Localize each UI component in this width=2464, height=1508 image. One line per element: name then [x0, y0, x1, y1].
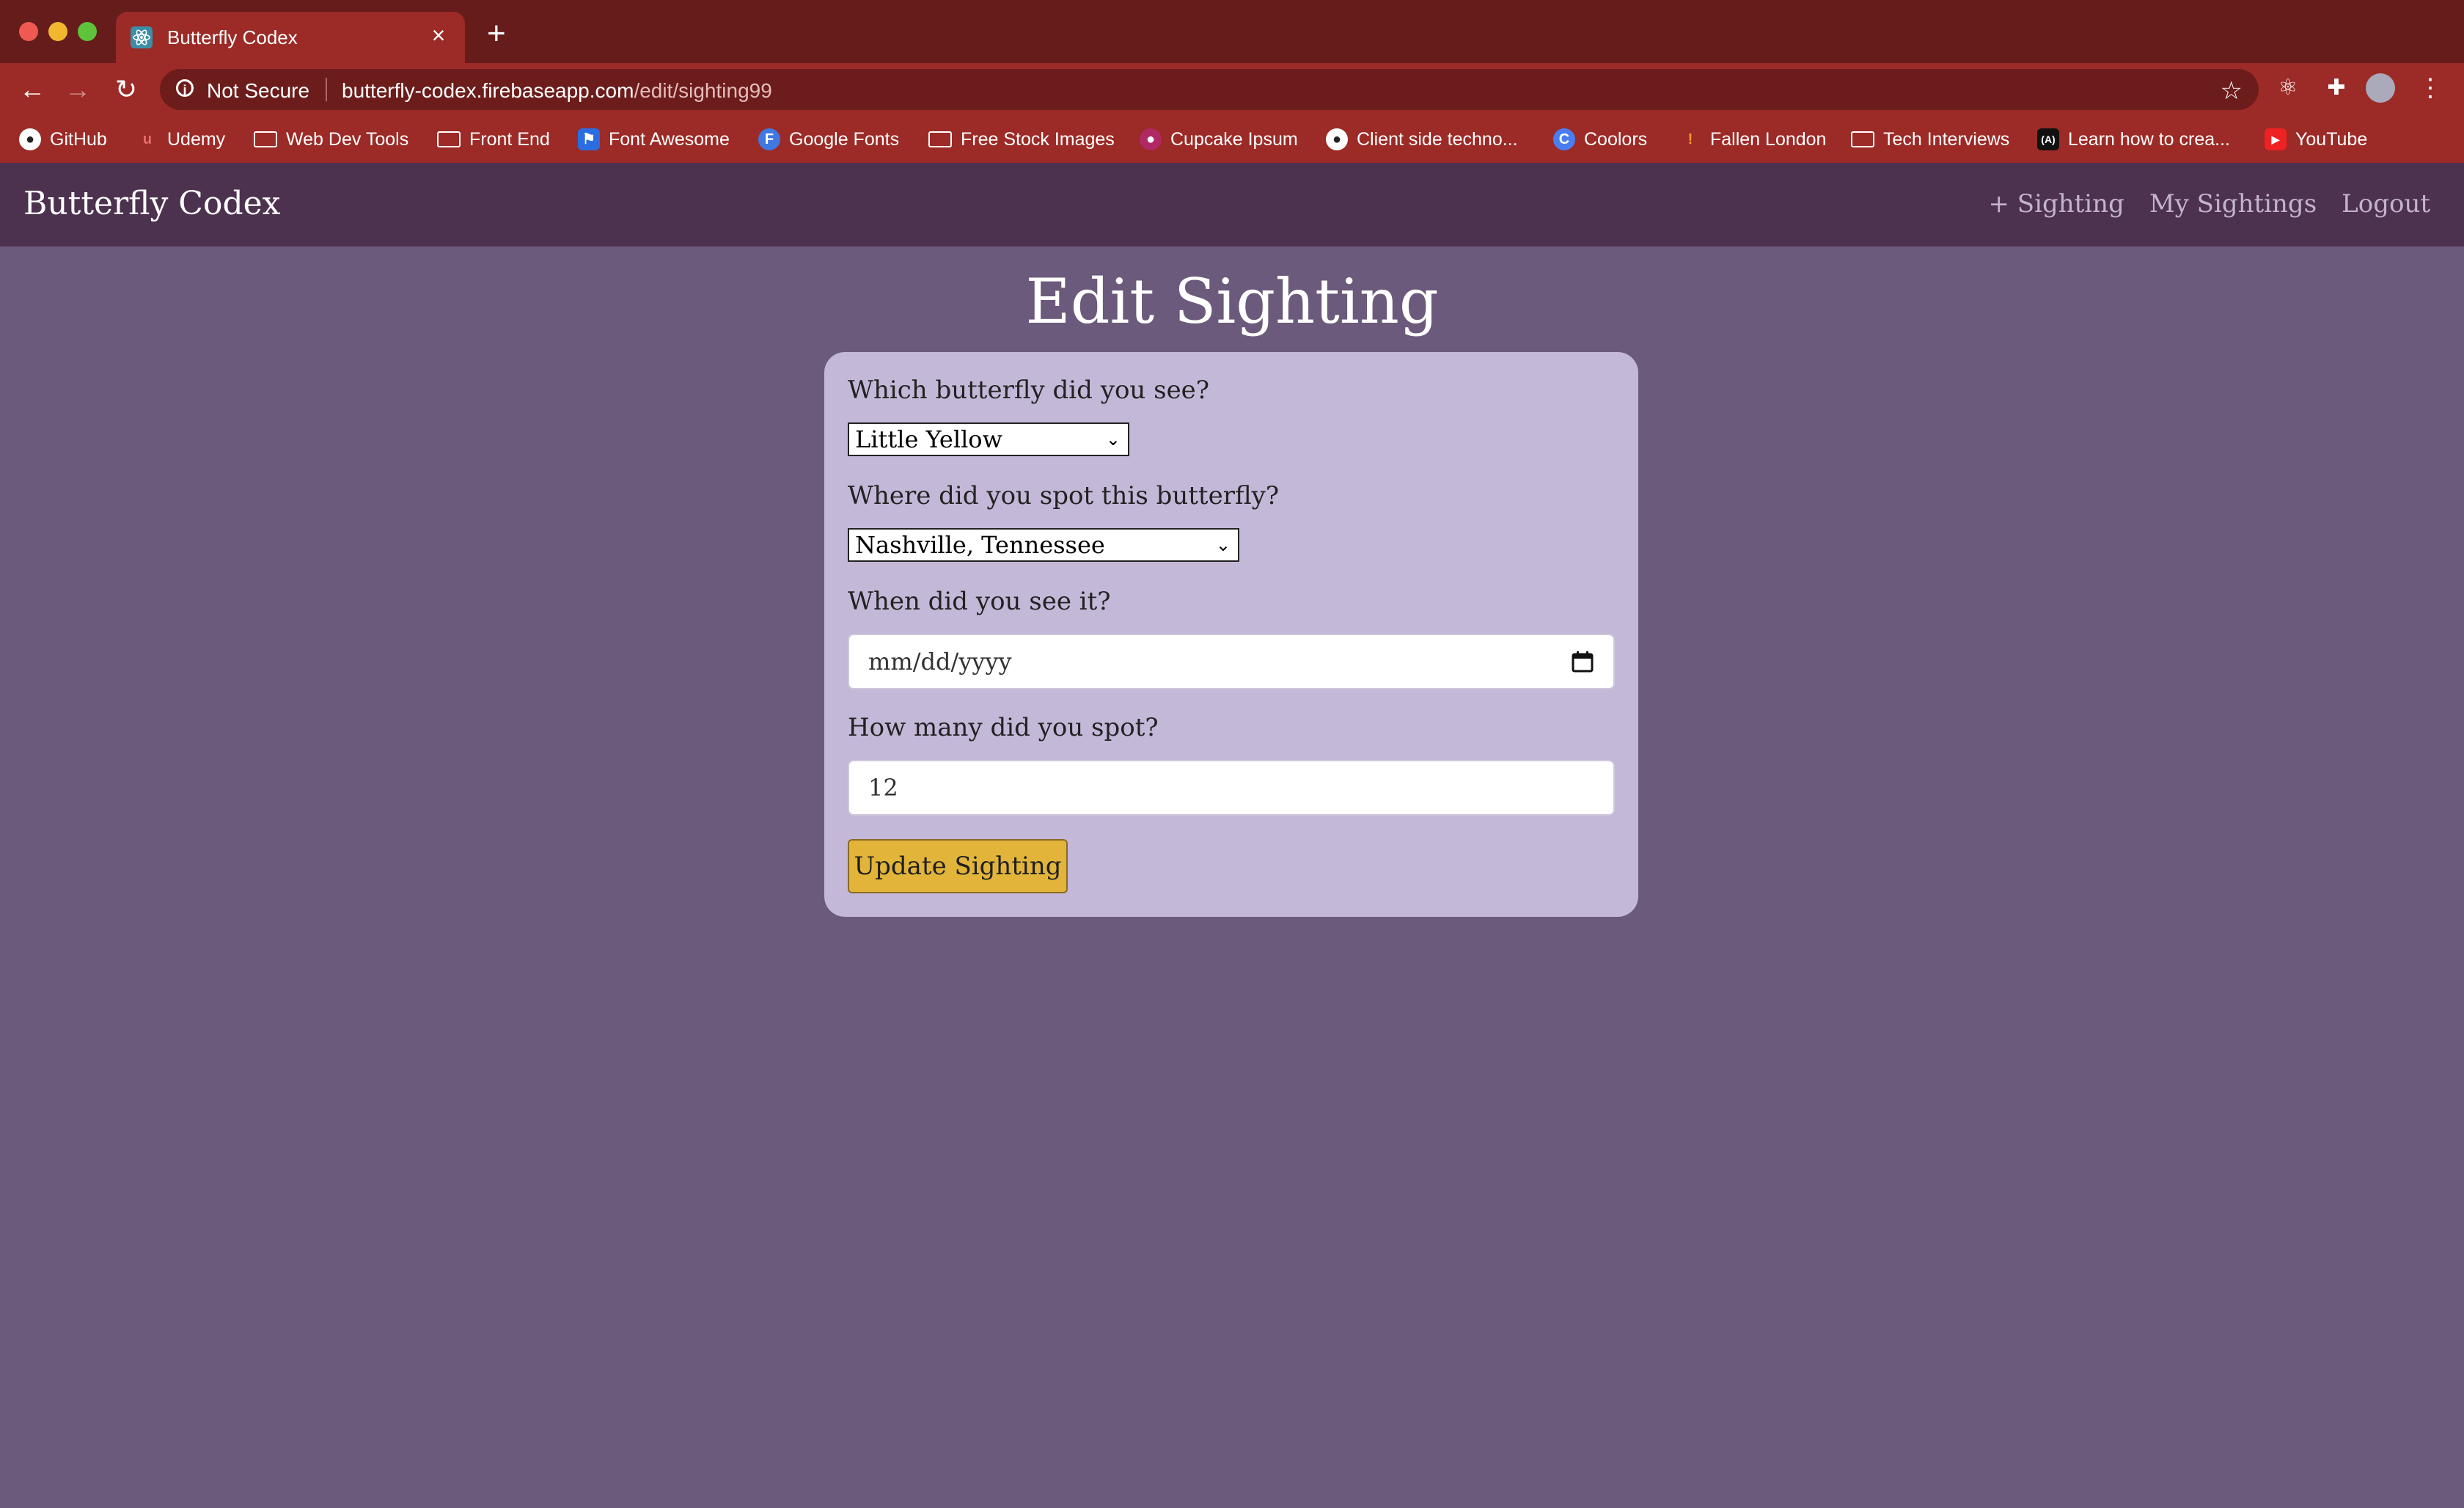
close-window-button[interactable]: [19, 22, 38, 41]
browser-chrome: Butterfly Codex × + ← → ↻ i Not Secure b…: [0, 0, 2464, 163]
react-favicon-icon: [131, 26, 153, 48]
bookmark-cupcake-ipsum[interactable]: ● Cupcake Ipsum: [1140, 125, 1298, 154]
url-text[interactable]: butterfly-codex.firebaseapp.com/edit/sig…: [342, 79, 772, 103]
bookmark-front-end[interactable]: Front End: [437, 125, 550, 154]
github-icon: ●: [1326, 128, 1348, 150]
chevron-down-icon: ⌄: [1105, 429, 1121, 450]
bookmark-youtube[interactable]: ▶ YouTube: [2265, 125, 2367, 154]
bookmark-client-side[interactable]: ● Client side techno...: [1326, 125, 1518, 154]
bookmark-github[interactable]: ● GitHub: [19, 125, 107, 154]
bookmark-learn-how[interactable]: (A) Learn how to crea...: [2037, 125, 2230, 154]
address-divider: [326, 78, 327, 101]
bookmark-coolors[interactable]: C Coolors: [1553, 125, 1647, 154]
butterfly-select[interactable]: Little Yellow ⌄: [848, 422, 1129, 456]
flag-icon: ⚑: [578, 128, 600, 150]
address-bar[interactable]: i Not Secure butterfly-codex.firebaseapp…: [160, 69, 2259, 110]
location-select[interactable]: Nashville, Tennessee ⌄: [848, 528, 1239, 562]
code-icon: (A): [2037, 128, 2059, 150]
bookmark-web-dev-tools[interactable]: Web Dev Tools: [254, 125, 408, 154]
calendar-icon[interactable]: [1571, 650, 1594, 673]
update-sighting-button[interactable]: Update Sighting: [848, 839, 1068, 893]
reload-icon[interactable]: ↻: [110, 73, 142, 106]
bookmark-free-stock-images[interactable]: Free Stock Images: [928, 125, 1115, 154]
folder-icon: [254, 131, 277, 147]
bookmark-star-icon[interactable]: ☆: [2221, 76, 2243, 106]
profile-avatar[interactable]: [2366, 73, 2395, 103]
cupcake-icon: ●: [1140, 128, 1162, 150]
minimize-window-button[interactable]: [48, 22, 67, 41]
tab-close-icon[interactable]: ×: [425, 22, 452, 49]
folder-icon: [1851, 131, 1874, 147]
brand-link[interactable]: Butterfly Codex: [23, 185, 280, 222]
nav-my-sightings[interactable]: My Sightings: [2149, 189, 2317, 219]
extensions-puzzle-icon[interactable]: ✚: [2322, 73, 2351, 103]
nav-links: + Sighting My Sightings Logout: [1989, 189, 2430, 219]
bookmark-fallen-london[interactable]: ! Fallen London: [1679, 125, 1827, 154]
page-title: Edit Sighting: [1025, 266, 1439, 337]
google-fonts-icon: F: [758, 128, 780, 150]
candle-icon: !: [1687, 131, 1693, 147]
github-icon: ●: [19, 128, 41, 150]
butterfly-label: Which butterfly did you see?: [848, 376, 1210, 405]
bookmark-udemy[interactable]: u Udemy: [136, 125, 225, 154]
new-tab-button[interactable]: +: [487, 18, 506, 50]
count-input[interactable]: 12: [848, 760, 1615, 816]
react-devtools-icon[interactable]: ⚛: [2273, 73, 2303, 103]
browser-toolbar: ← → ↻ i Not Secure butterfly-codex.fireb…: [0, 63, 2464, 116]
bookmarks-bar: ● GitHub u Udemy Web Dev Tools Front End…: [0, 116, 2464, 163]
bookmark-tech-interviews[interactable]: Tech Interviews: [1851, 125, 2009, 154]
browser-tab[interactable]: Butterfly Codex ×: [116, 12, 465, 63]
coolors-icon: C: [1553, 128, 1575, 150]
nav-logout[interactable]: Logout: [2342, 189, 2430, 219]
location-label: Where did you spot this butterfly?: [848, 481, 1280, 510]
back-arrow-icon[interactable]: ←: [16, 73, 48, 106]
bookmark-google-fonts[interactable]: F Google Fonts: [758, 125, 899, 154]
maximize-window-button[interactable]: [78, 22, 97, 41]
folder-icon: [437, 131, 461, 147]
bookmark-font-awesome[interactable]: ⚑ Font Awesome: [578, 125, 730, 154]
kebab-menu-icon[interactable]: ⋮: [2416, 73, 2445, 103]
date-input[interactable]: mm/dd/yyyy: [848, 634, 1615, 689]
count-label: How many did you spot?: [848, 713, 1159, 742]
folder-icon: [928, 131, 952, 147]
tab-strip: Butterfly Codex × +: [0, 0, 2464, 63]
forward-arrow-icon[interactable]: →: [62, 73, 94, 106]
nav-add-sighting[interactable]: + Sighting: [1989, 189, 2124, 219]
date-label: When did you see it?: [848, 587, 1111, 616]
edit-sighting-form: Which butterfly did you see? Little Yell…: [824, 352, 1638, 917]
info-icon[interactable]: i: [176, 79, 194, 98]
youtube-icon: ▶: [2265, 128, 2287, 150]
app-navbar: Butterfly Codex + Sighting My Sightings …: [0, 163, 2464, 246]
udemy-icon: u: [142, 131, 153, 147]
security-label[interactable]: Not Secure: [207, 79, 309, 103]
tab-title: Butterfly Codex: [167, 26, 298, 48]
chevron-down-icon: ⌄: [1215, 535, 1231, 555]
